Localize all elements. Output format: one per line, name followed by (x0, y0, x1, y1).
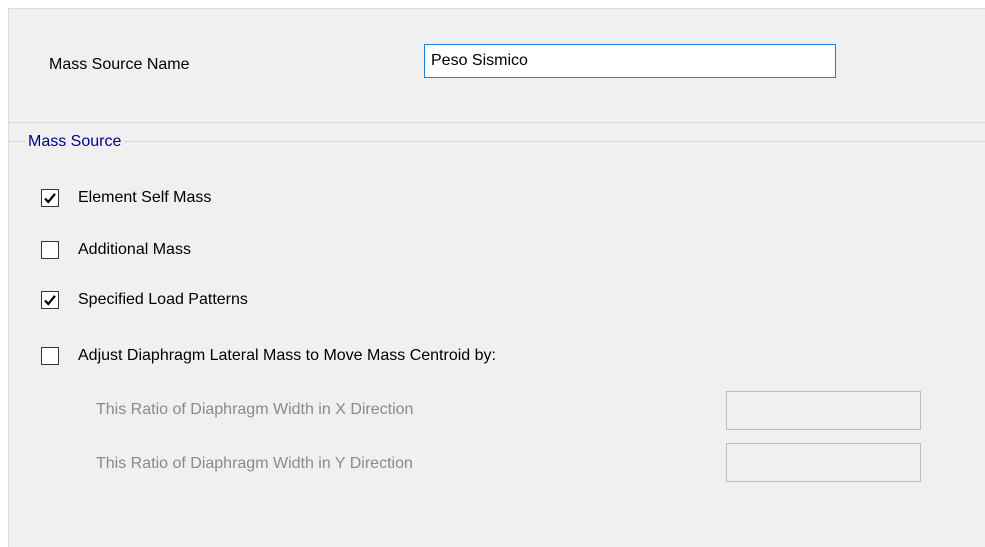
checkmark-icon (44, 295, 56, 306)
element-self-mass-option[interactable]: Element Self Mass (41, 187, 211, 209)
specified-load-patterns-label: Specified Load Patterns (78, 291, 248, 308)
ratio-x-label: This Ratio of Diaphragm Width in X Direc… (96, 401, 414, 418)
adjust-diaphragm-label: Adjust Diaphragm Lateral Mass to Move Ma… (78, 347, 496, 364)
ratio-y-label: This Ratio of Diaphragm Width in Y Direc… (96, 455, 413, 472)
additional-mass-label: Additional Mass (78, 241, 191, 258)
mass-source-name-label: Mass Source Name (49, 56, 190, 73)
adjust-diaphragm-checkbox[interactable] (41, 347, 59, 365)
ratio-y-input[interactable] (726, 443, 921, 482)
specified-load-patterns-option[interactable]: Specified Load Patterns (41, 289, 248, 311)
group-border (15, 141, 985, 142)
checkmark-icon (44, 193, 56, 204)
mass-source-group-title: Mass Source (26, 133, 125, 151)
mass-source-dialog: Mass Source Name Mass Source Element Sel… (8, 8, 985, 547)
additional-mass-checkbox[interactable] (41, 241, 59, 259)
mass-source-name-input[interactable] (424, 44, 836, 78)
additional-mass-option[interactable]: Additional Mass (41, 239, 191, 261)
adjust-diaphragm-option[interactable]: Adjust Diaphragm Lateral Mass to Move Ma… (41, 345, 496, 367)
element-self-mass-label: Element Self Mass (78, 189, 212, 206)
mass-source-name-panel: Mass Source Name (9, 9, 985, 123)
element-self-mass-checkbox[interactable] (41, 189, 59, 207)
ratio-x-input[interactable] (726, 391, 921, 430)
specified-load-patterns-checkbox[interactable] (41, 291, 59, 309)
